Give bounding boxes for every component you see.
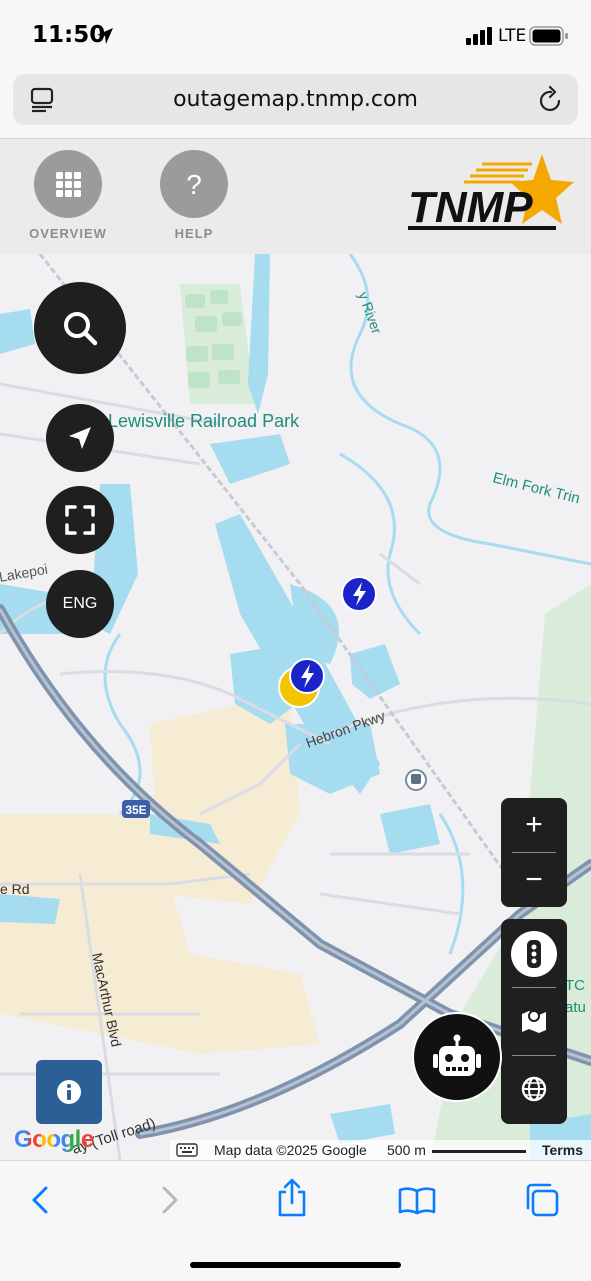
globe-icon — [521, 1076, 547, 1102]
label-atu: atu — [565, 999, 586, 1016]
location-arrow-icon — [97, 28, 113, 44]
back-icon[interactable] — [30, 1186, 52, 1214]
locate-me-button[interactable] — [46, 404, 114, 472]
map-type-button[interactable] — [501, 989, 567, 1053]
scale-label: 500 m — [387, 1142, 426, 1158]
help-button[interactable]: ? — [160, 150, 228, 218]
layer-controls — [501, 919, 567, 1124]
home-indicator — [190, 1262, 401, 1268]
google-wordmark: Google — [14, 1126, 94, 1153]
url-text[interactable]: outagemap.tnmp.com — [0, 87, 591, 112]
terms-link[interactable]: Terms — [542, 1142, 583, 1158]
zoom-out-button[interactable]: − — [501, 853, 567, 907]
search-button[interactable] — [34, 282, 126, 374]
keyboard-icon[interactable] — [176, 1143, 198, 1157]
network-type: LTE — [498, 26, 527, 46]
tnmp-logo: TNMP — [408, 154, 574, 232]
search-icon — [64, 312, 98, 346]
zoom-control: + − — [501, 798, 567, 907]
map-data-attribution: Map data ©2025 Google — [214, 1142, 367, 1158]
google-logo: Google — [14, 1126, 94, 1154]
overview-label[interactable]: OVERVIEW — [13, 226, 123, 241]
chatbot-button[interactable] — [412, 1012, 502, 1102]
zoom-in-button[interactable]: + — [501, 798, 567, 852]
language-label: ENG — [62, 595, 98, 612]
bookmarks-icon[interactable] — [398, 1186, 436, 1216]
overview-button[interactable] — [34, 150, 102, 218]
outage-layer-button[interactable] — [511, 931, 557, 977]
battery-icon — [529, 26, 568, 46]
traffic-light-icon — [527, 940, 541, 968]
outage-marker[interactable] — [341, 576, 377, 612]
robot-icon — [433, 1034, 481, 1076]
scale-bar — [432, 1150, 526, 1153]
help-label[interactable]: HELP — [139, 226, 249, 241]
divider — [512, 1055, 556, 1056]
label-tc: TC — [565, 977, 585, 994]
tabs-icon[interactable] — [524, 1182, 560, 1218]
svg-text:?: ? — [186, 169, 202, 200]
info-button[interactable] — [36, 1060, 102, 1124]
cellular-signal-icon — [466, 27, 492, 45]
globe-button[interactable] — [501, 1057, 567, 1121]
outage-marker[interactable] — [289, 658, 325, 694]
grid-icon — [56, 172, 81, 197]
language-button[interactable]: ENG — [46, 570, 114, 638]
logo-text: TNMP — [408, 183, 533, 232]
question-icon: ? — [186, 169, 202, 200]
reload-icon[interactable] — [538, 86, 564, 114]
label-park: Lewisville Railroad Park — [108, 411, 300, 431]
info-icon — [57, 1080, 81, 1104]
fullscreen-button[interactable] — [46, 486, 114, 554]
forward-icon[interactable] — [158, 1186, 180, 1214]
outage-map[interactable]: y River Lewisville Railroad Park Elm For… — [0, 254, 591, 1160]
divider — [512, 987, 556, 988]
share-icon[interactable] — [276, 1178, 308, 1218]
map-icon — [522, 1010, 546, 1033]
label-interstate: 35E — [125, 803, 146, 817]
fullscreen-icon — [65, 505, 95, 535]
location-arrow-icon — [69, 427, 91, 449]
label-rd: e Rd — [0, 881, 30, 897]
